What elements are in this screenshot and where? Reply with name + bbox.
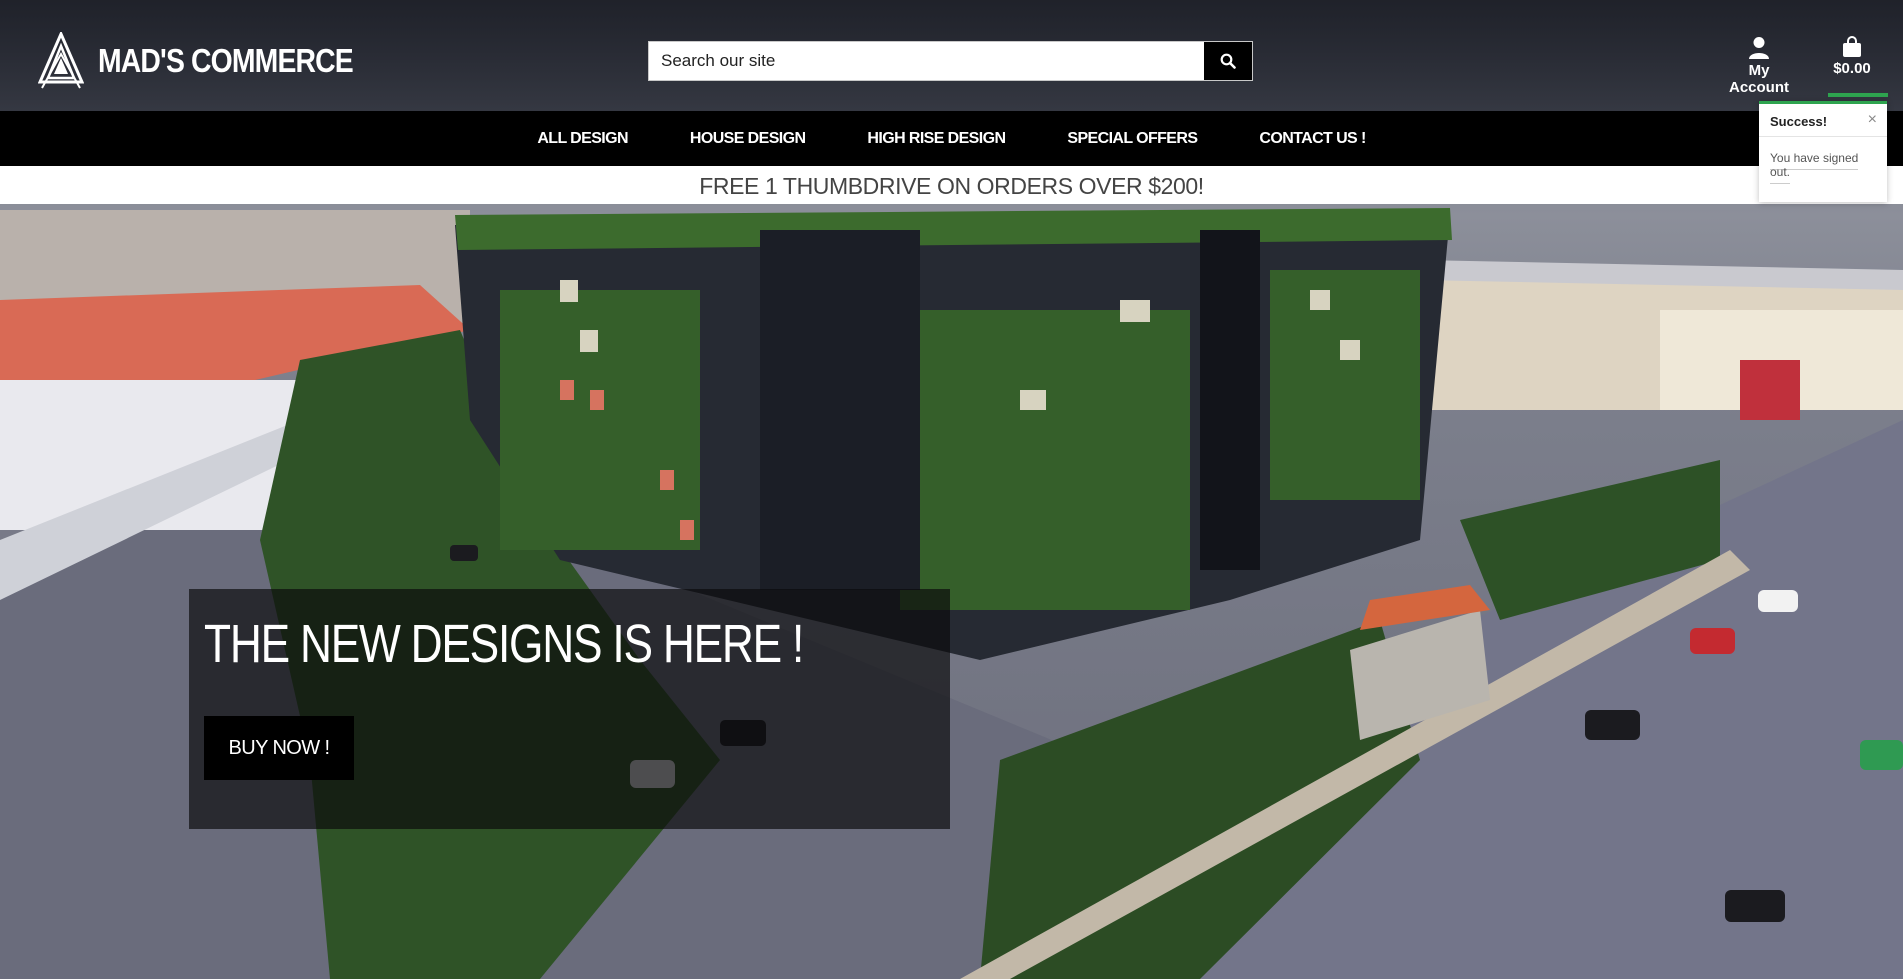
brand-logo[interactable]: MAD'S COMMERCE — [38, 32, 394, 90]
search-icon — [1220, 53, 1236, 69]
nav-contact-us[interactable]: CONTACT US ! — [1228, 130, 1396, 148]
cart-link[interactable]: $0.00 — [1830, 36, 1874, 77]
toast-body: You have signed out. — [1759, 137, 1887, 193]
toast-message: You have signed out. — [1770, 151, 1859, 184]
cart-total: $0.00 — [1833, 60, 1871, 77]
search-input[interactable] — [649, 42, 1204, 80]
hero-callout: THE NEW DESIGNS IS HERE ! BUY NOW ! — [189, 589, 950, 829]
stacked-triangle-logo-icon — [38, 32, 84, 89]
promo-banner: FREE 1 THUMBDRIVE ON ORDERS OVER $200! — [0, 166, 1903, 204]
search-button[interactable] — [1204, 42, 1252, 80]
nav-house-design[interactable]: HOUSE DESIGN — [659, 130, 837, 148]
nav-high-rise-design[interactable]: HIGH RISE DESIGN — [836, 130, 1036, 148]
buy-now-button[interactable]: BUY NOW ! — [204, 716, 354, 780]
cart-active-indicator — [1828, 93, 1888, 97]
toast-close-button[interactable]: × — [1868, 111, 1877, 129]
success-toast: Success! × You have signed out. — [1759, 101, 1887, 202]
site-header: MAD'S COMMERCE My Account $0.00 — [0, 0, 1903, 111]
brand-name: MAD'S COMMERCE — [98, 42, 354, 79]
search-form — [648, 41, 1253, 81]
hero-headline: THE NEW DESIGNS IS HERE ! — [204, 614, 804, 674]
nav-all-design[interactable]: ALL DESIGN — [506, 130, 659, 148]
nav-special-offers[interactable]: SPECIAL OFFERS — [1036, 130, 1228, 148]
shopping-bag-icon — [1843, 36, 1861, 57]
toast-header: Success! × — [1759, 104, 1887, 137]
toast-title: Success! — [1770, 114, 1828, 129]
user-icon — [1749, 37, 1769, 59]
promo-text: FREE 1 THUMBDRIVE ON ORDERS OVER $200! — [699, 173, 1204, 199]
my-account-link[interactable]: My Account — [1722, 36, 1796, 96]
main-navigation: ALL DESIGN HOUSE DESIGN HIGH RISE DESIGN… — [0, 111, 1903, 166]
my-account-label: My Account — [1729, 62, 1789, 96]
